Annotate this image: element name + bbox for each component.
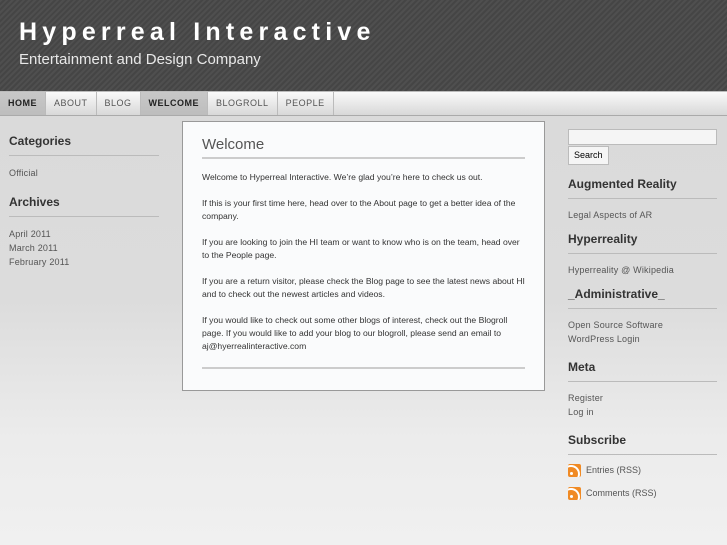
subscribe-title: Subscribe <box>568 433 717 455</box>
archive-link[interactable]: April 2011 <box>9 227 159 241</box>
left-sidebar: Categories Official Archives April 2011 … <box>9 134 159 269</box>
archives-title: Archives <box>9 195 159 217</box>
entries-rss-link[interactable]: Entries (RSS) <box>568 463 717 477</box>
divider <box>202 367 525 369</box>
main-nav: HOME ABOUT BLOG WELCOME BLOGROLL PEOPLE <box>0 91 727 116</box>
ar-link[interactable]: Legal Aspects of AR <box>568 208 717 222</box>
admin-link[interactable]: WordPress Login <box>568 332 717 346</box>
categories-title: Categories <box>9 134 159 156</box>
nav-people[interactable]: PEOPLE <box>278 92 334 115</box>
register-link[interactable]: Register <box>568 391 717 405</box>
site-tagline: Entertainment and Design Company <box>19 51 261 68</box>
admin-link[interactable]: Open Source Software <box>568 318 717 332</box>
nav-blog[interactable]: BLOG <box>97 92 141 115</box>
rss-label: Comments (RSS) <box>586 488 657 498</box>
site-header: Hyperreal Interactive Entertainment and … <box>0 0 727 91</box>
right-sidebar: Search Augmented Reality Legal Aspects o… <box>568 129 717 510</box>
rss-icon <box>568 463 581 477</box>
post-paragraph: If this is your first time here, head ov… <box>202 198 516 221</box>
login-link[interactable]: Log in <box>568 405 717 419</box>
nav-blogroll[interactable]: BLOGROLL <box>208 92 278 115</box>
post-paragraph: If you would like to check out some othe… <box>202 315 508 351</box>
hyperreality-title: Hyperreality <box>568 232 717 254</box>
admin-title: _Administrative_ <box>568 287 717 309</box>
ar-title: Augmented Reality <box>568 177 717 199</box>
archive-link[interactable]: February 2011 <box>9 255 159 269</box>
nav-home[interactable]: HOME <box>0 92 46 115</box>
post-paragraph: Welcome to Hyperreal Interactive. We’re … <box>202 172 483 182</box>
search-button[interactable]: Search <box>568 145 609 165</box>
comments-rss-link[interactable]: Comments (RSS) <box>568 486 717 500</box>
post-paragraph: If you are looking to join the HI team o… <box>202 237 520 260</box>
category-link[interactable]: Official <box>9 166 159 180</box>
post-content: Welcome Welcome to Hyperreal Interactive… <box>182 121 545 391</box>
post-title: Welcome <box>202 136 525 159</box>
site-title[interactable]: Hyperreal Interactive <box>19 18 376 47</box>
nav-about[interactable]: ABOUT <box>46 92 97 115</box>
rss-label: Entries (RSS) <box>586 465 642 475</box>
rss-icon <box>568 486 581 500</box>
meta-title: Meta <box>568 360 717 382</box>
archive-link[interactable]: March 2011 <box>9 241 159 255</box>
nav-welcome[interactable]: WELCOME <box>140 92 209 115</box>
post-paragraph: If you are a return visitor, please chec… <box>202 276 525 299</box>
hyperreality-link[interactable]: Hyperreality @ Wikipedia <box>568 263 717 277</box>
search-input[interactable] <box>568 129 717 145</box>
